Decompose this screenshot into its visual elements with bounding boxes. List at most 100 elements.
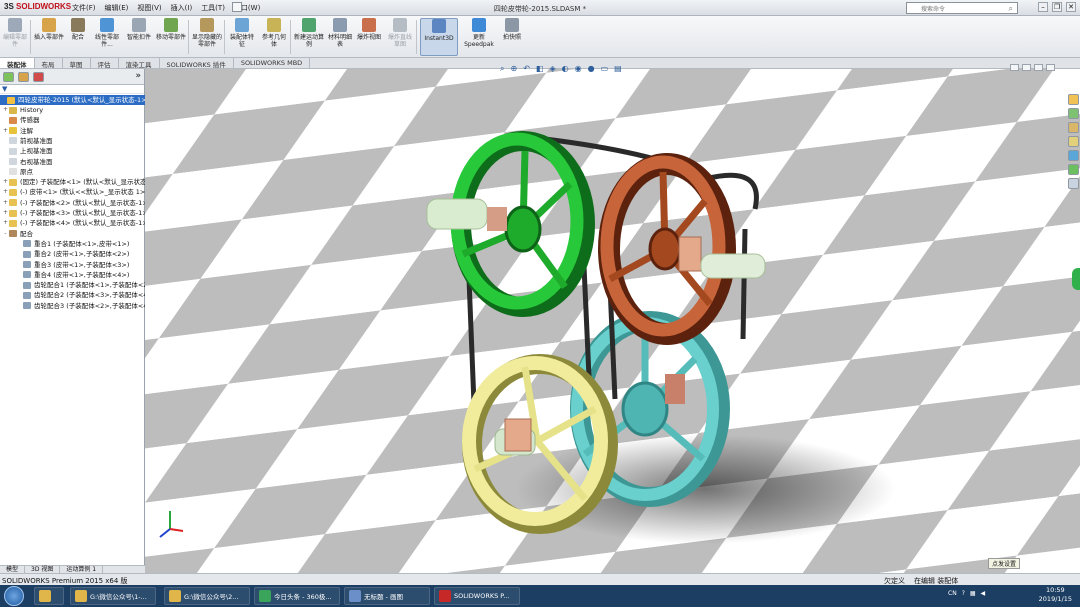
home-icon[interactable] [1068,94,1079,105]
ribbon-button-5[interactable]: 移动零部件 [156,18,186,56]
previous-view-icon[interactable]: ↶ [523,64,530,74]
tree-expander[interactable]: + [2,187,9,197]
zoom-area-icon[interactable]: ⊕ [510,64,517,74]
taskbar-item-2[interactable]: 今日头条 - 360极... [254,587,340,605]
tree-item[interactable]: 原点 [2,167,33,177]
tree-expander[interactable]: + [2,208,9,218]
tree-root-assembly[interactable]: 四轮皮带轮-2015 (默认<默认_显示状态-1>) [0,95,145,105]
tree-item[interactable]: - 配合 [2,229,33,239]
floating-green-tab[interactable] [1072,268,1080,290]
file-explorer-icon[interactable] [1068,136,1079,147]
ribbon-button-6[interactable]: 显示隐藏的零部件 [192,18,222,56]
appearance-icon[interactable]: ● [588,64,595,74]
tree-item[interactable]: 重合1 (子装配体<1>,皮带<1>) [16,239,129,249]
property-manager-tab-icon[interactable] [18,72,29,82]
viewport-minimize-button[interactable] [1010,64,1019,71]
tree-item[interactable]: 重合4 (皮带<1>,子装配体<4>) [16,270,129,280]
minimize-button[interactable]: – [1038,2,1048,12]
tree-item[interactable]: 齿轮配合3 (子装配体<2>,子装配体<4>) [16,301,145,311]
display-style-icon[interactable]: ◐ [562,64,569,74]
tree-filter-icon[interactable]: ▼ [0,85,144,94]
appearances-icon[interactable] [1068,164,1079,175]
tab-model[interactable]: 模型 [0,566,26,573]
tree-expander[interactable]: + [2,105,9,115]
assembly-scene[interactable] [145,69,1080,573]
viewport-restore-button[interactable] [1022,64,1031,71]
restore-button[interactable]: ❐ [1052,2,1062,12]
viewport-maximize-button[interactable] [1034,64,1043,71]
tree-item[interactable]: + (-) 皮带<1> (默认<<默认>_显示状态 1>) [2,187,145,197]
zoom-to-fit-icon[interactable]: ⌕ [500,64,504,74]
search-icon[interactable]: ⌕ [1009,4,1013,14]
view-palette-icon[interactable] [1068,150,1079,161]
tree-item[interactable]: + (固定) 子装配体<1> (默认<默认_显示状态-1>) [2,177,145,187]
ribbon-button-9[interactable]: 新建运动算例 [294,18,324,56]
taskbar-item-3[interactable]: 无标题 - 画图 [344,587,430,605]
command-search-box[interactable]: 搜索命令 ⌕ [906,2,1018,14]
hide-show-icon[interactable]: ◉ [575,64,582,74]
ribbon-button-15[interactable]: 拍快照 [500,18,524,56]
tree-item[interactable]: + (-) 子装配体<4> (默认<默认_显示状态-1>) [2,218,145,228]
section-view-icon[interactable]: ◧ [536,64,544,74]
scene-icon[interactable]: ▭ [601,64,609,74]
tree-item[interactable]: + History [2,105,43,115]
tree-item[interactable]: + 注解 [2,126,33,136]
taskbar-item-0[interactable]: G:\微信公众号\1-... [70,587,156,605]
taskbar-item-1[interactable]: G:\微信公众号\2... [164,587,250,605]
tree-expander[interactable]: - [2,229,9,239]
tree-item[interactable]: 齿轮配合2 (子装配体<3>,子装配体<4>) [16,290,145,300]
ribbon-button-13[interactable]: Instant3D [420,18,458,56]
tab-3d-views[interactable]: 3D 视图 [25,566,61,573]
feature-tree-tab-icon[interactable] [3,72,14,82]
ribbon-button-4[interactable]: 智能扣件 [126,18,152,56]
tree-item[interactable]: 重合3 (皮带<1>,子装配体<3>) [16,260,129,270]
tree-item[interactable]: 前视基准面 [2,136,53,146]
ribbon-button-11[interactable]: 爆炸视图 [356,18,382,56]
tree-item[interactable]: 传感器 [2,115,40,125]
tab-assembly[interactable]: 装配体 [0,58,35,69]
tree-expander[interactable]: + [2,218,9,228]
tree-item[interactable]: + (-) 子装配体<3> (默认<默认_显示状态-1>) [2,208,145,218]
custom-properties-icon[interactable] [1068,178,1079,189]
tree-item[interactable]: 重合2 (皮带<1>,子装配体<2>) [16,249,129,259]
tab-render-tools[interactable]: 渲染工具 [119,58,160,69]
ribbon-button-3[interactable]: 线性零部件... [92,18,122,56]
resources-icon[interactable] [1068,108,1079,119]
ribbon-button-14[interactable]: 更新Speedpak [462,18,496,56]
view-settings-icon[interactable]: ▤ [614,64,622,74]
ribbon-button-1[interactable]: 插入零部件 [34,18,64,56]
clock[interactable]: 10:59 2019/1/15 [1039,586,1072,604]
view-orientation-icon[interactable]: ◈ [549,64,555,74]
explorer-pin-icon[interactable] [34,587,64,605]
tab-addins[interactable]: SOLIDWORKS 插件 [160,58,234,69]
viewport-close-button[interactable] [1046,64,1055,71]
tab-evaluate[interactable]: 评估 [91,58,119,69]
start-button[interactable] [4,586,24,606]
tab-sketch[interactable]: 草图 [63,58,91,69]
network-icon[interactable]: ▦ [970,590,976,597]
tree-item[interactable]: + (-) 子装配体<2> (默认<默认_显示状态-1>) [2,198,145,208]
tree-expander[interactable]: + [2,126,9,136]
expand-panel-icon[interactable]: » [135,71,141,81]
tree-expander[interactable]: + [2,177,9,187]
tree-item[interactable]: 齿轮配合1 (子装配体<1>,子装配体<2>) [16,280,145,290]
volume-icon[interactable]: ◀ [981,590,986,597]
tab-mbd[interactable]: SOLIDWORKS MBD [234,58,311,68]
ribbon-button-10[interactable]: 材料明细表 [328,18,352,56]
taskbar-item-4[interactable]: SOLIDWORKS P... [434,587,520,605]
tree-expander[interactable]: + [2,198,9,208]
display-manager-tab-icon[interactable] [33,72,44,82]
ribbon-button-7[interactable]: 装配体特征 [228,18,256,56]
tree-item[interactable]: 右视基准面 [2,157,53,167]
graphics-area[interactable] [145,69,1080,573]
ribbon-button-8[interactable]: 参考几何体 [260,18,288,56]
help-icon[interactable]: ? [962,590,965,597]
tab-motion-study[interactable]: 运动算例 1 [60,566,104,573]
ribbon-button-0[interactable]: 编辑零部件 [2,18,28,56]
ribbon-button-2[interactable]: 配合 [68,18,88,56]
input-language[interactable]: CN [948,590,957,597]
tree-item[interactable]: 上视基准面 [2,146,53,156]
close-button[interactable]: ✕ [1066,2,1076,12]
ribbon-button-12[interactable]: 爆炸直线草图 [386,18,414,56]
design-library-icon[interactable] [1068,122,1079,133]
